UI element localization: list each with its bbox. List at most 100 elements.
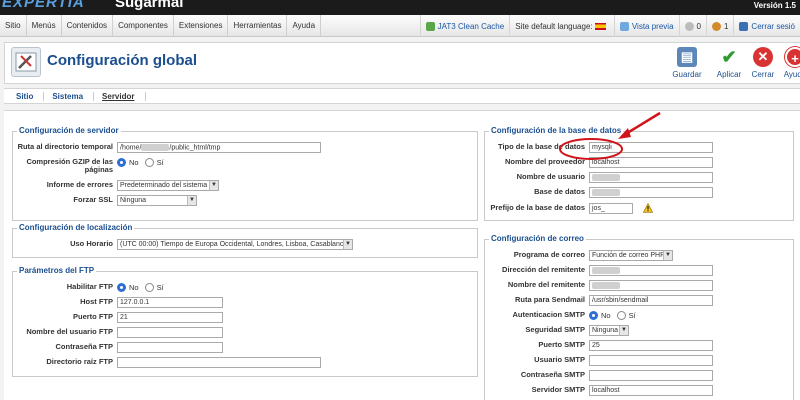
users-indicator[interactable]: 1	[705, 15, 733, 37]
smtp-host-input[interactable]: localhost	[589, 385, 713, 396]
db-name-label: Base de datos	[534, 187, 585, 196]
gzip-no-radio[interactable]	[117, 158, 126, 167]
db-type-input[interactable]: mysqli	[589, 142, 713, 153]
config-icon	[11, 47, 41, 77]
smtp-auth-radio-group: No Sí	[589, 310, 642, 321]
save-button[interactable]: ▤ Guardar	[669, 47, 705, 81]
ftp-pass-input[interactable]	[117, 342, 223, 353]
warning-icon	[643, 203, 653, 213]
messages-indicator[interactable]: 0	[678, 15, 706, 37]
smtp-pass-input[interactable]	[589, 370, 713, 381]
site-name: Sugarmal	[115, 0, 184, 11]
users-count: 1	[723, 21, 729, 31]
locale-legend: Configuración de localización	[17, 223, 135, 232]
redacted-segment	[141, 144, 170, 151]
smtp-security-select[interactable]: Ninguna ▼	[589, 325, 629, 336]
preview-label: Vista previa	[631, 21, 674, 31]
menu-menus[interactable]: Menús	[27, 15, 62, 37]
chevron-down-icon: ▼	[663, 251, 672, 260]
ftp-root-input[interactable]	[117, 357, 321, 368]
smtp-auth-no-radio[interactable]	[589, 311, 598, 320]
tab-sitio[interactable]: Sitio	[16, 91, 45, 101]
sendmail-input[interactable]: /usr/sbin/sendmail	[589, 295, 713, 306]
cache-icon	[425, 21, 435, 31]
close-button[interactable]: ✕ Cerrar	[745, 47, 781, 81]
redacted-segment	[592, 282, 620, 289]
ftp-no-radio[interactable]	[117, 283, 126, 292]
database-settings-fieldset: Configuración de la base de datos Tipo d…	[484, 126, 794, 221]
mail-settings-fieldset: Configuración de correo Programa de corr…	[484, 234, 794, 400]
tmp-path-label: Ruta al directorio temporal	[17, 142, 113, 151]
mail-from-label: Dirección del remitente	[502, 265, 585, 274]
db-prefix-input[interactable]: jos_	[589, 203, 633, 214]
mail-fromname-input[interactable]	[589, 280, 713, 291]
help-button[interactable]: + Ayuda	[777, 47, 800, 81]
menu-extensiones[interactable]: Extensiones	[174, 15, 229, 37]
redacted-segment	[592, 189, 620, 196]
ftp-user-input[interactable]	[117, 327, 223, 338]
smtp-auth-no-label: No	[601, 311, 611, 320]
smtp-auth-si-radio[interactable]	[616, 311, 626, 320]
db-name-input[interactable]	[589, 187, 713, 198]
ftp-port-input[interactable]: 21	[117, 312, 223, 323]
mail-program-label: Programa de correo	[513, 250, 585, 259]
smtp-host-label: Servidor SMTP	[531, 385, 585, 394]
errors-select[interactable]: Predeterminado del sistema ▼	[117, 180, 219, 191]
tmp-path-suffix: /public_html/tmp	[169, 144, 221, 152]
db-user-label: Nombre de usuario	[516, 172, 585, 181]
locale-settings-fieldset: Configuración de localización Uso Horari…	[12, 223, 478, 258]
ftp-host-input[interactable]: 127.0.0.1	[117, 297, 223, 308]
errors-value: Predeterminado del sistema	[120, 182, 208, 189]
logout-link[interactable]: Cerrar sesió	[733, 15, 800, 37]
ssl-label: Forzar SSL	[73, 195, 113, 204]
ftp-si-label: Sí	[156, 283, 164, 292]
apply-button[interactable]: ✔ Aplicar	[711, 47, 747, 81]
menu-herramientas[interactable]: Herramientas	[228, 15, 288, 37]
mail-program-select[interactable]: Función de correo PHP ▼	[589, 250, 673, 261]
menu-sitio[interactable]: Sitio	[0, 15, 27, 37]
errors-label: Informe de errores	[46, 180, 113, 189]
menu-ayuda[interactable]: Ayuda	[287, 15, 322, 37]
timezone-value: (UTC 00:00) Tiempo de Europa Occidental,…	[120, 241, 348, 248]
tab-servidor[interactable]: Servidor	[102, 91, 146, 101]
gzip-radio-group: No Sí	[117, 157, 170, 168]
smtp-auth-si-label: Sí	[628, 311, 636, 320]
users-icon	[711, 21, 721, 31]
tab-sistema[interactable]: Sistema	[52, 91, 95, 101]
menu-componentes[interactable]: Componentes	[113, 15, 174, 37]
timezone-select[interactable]: (UTC 00:00) Tiempo de Europa Occidental,…	[117, 239, 353, 250]
ftp-enable-radio-group: No Sí	[117, 282, 170, 293]
ssl-select[interactable]: Ninguna ▼	[117, 195, 197, 206]
messages-count: 0	[696, 21, 701, 31]
ftp-pass-label: Contraseña FTP	[55, 342, 113, 351]
version-label: Versión 1.5	[753, 1, 796, 10]
main-menu: Sitio Menús Contenidos Componentes Exten…	[0, 15, 322, 37]
smtp-user-label: Usuario SMTP	[534, 355, 585, 364]
db-user-input[interactable]	[589, 172, 713, 183]
close-label: Cerrar	[751, 70, 775, 79]
clean-cache-label: JAT3 Clean Cache	[437, 21, 505, 31]
checkmark-icon: ✔	[721, 47, 737, 67]
menu-contenidos[interactable]: Contenidos	[62, 15, 114, 37]
tmp-path-input[interactable]: /home/ /public_html/tmp	[117, 142, 321, 153]
preview-link[interactable]: Vista previa	[613, 15, 679, 37]
redacted-segment	[592, 267, 620, 274]
status-bar: JAT3 Clean Cache Site default language: …	[419, 15, 800, 37]
mail-from-input[interactable]	[589, 265, 713, 276]
preview-icon	[619, 21, 629, 31]
gzip-si-radio[interactable]	[144, 158, 154, 167]
toolbar: Configuración global ▤ Guardar ✔ Aplicar ✕…	[4, 42, 800, 84]
smtp-security-value: Ninguna	[592, 327, 619, 334]
menu-bar: Sitio Menús Contenidos Componentes Exten…	[0, 15, 800, 37]
smtp-port-input[interactable]: 25	[589, 340, 713, 351]
chevron-down-icon: ▼	[343, 240, 352, 249]
logout-label: Cerrar sesió	[751, 21, 795, 31]
smtp-user-input[interactable]	[589, 355, 713, 366]
clean-cache-link[interactable]: JAT3 Clean Cache	[419, 15, 510, 37]
page-title: Configuración global	[47, 52, 197, 69]
logout-icon	[739, 21, 749, 31]
server-settings-fieldset: Configuración de servidor Ruta al direct…	[12, 126, 478, 221]
ftp-si-radio[interactable]	[144, 283, 154, 292]
db-host-input[interactable]: localhost	[589, 157, 713, 168]
save-label: Guardar	[672, 70, 702, 79]
